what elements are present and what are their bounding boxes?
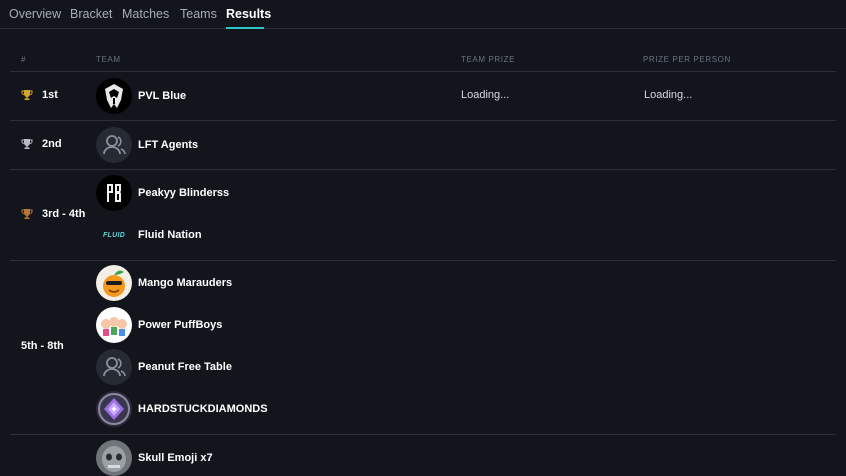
- team-name: LFT Agents: [138, 139, 199, 151]
- team-name: Skull Emoji x7: [138, 452, 213, 464]
- peakyy-blinderss-logo-icon: [96, 175, 132, 211]
- team-name: Power PuffBoys: [138, 319, 223, 331]
- rank-cell: 3rd - 4th: [21, 208, 85, 220]
- pvl-blue-logo-icon: [96, 78, 132, 114]
- team-row[interactable]: Skull Emoji x7: [96, 440, 213, 476]
- tab-teams[interactable]: Teams: [180, 7, 217, 21]
- team-row[interactable]: Mango Marauders: [96, 265, 232, 301]
- gold-trophy-icon: [21, 90, 33, 100]
- team-row[interactable]: Peanut Free Table: [96, 349, 232, 385]
- team-row[interactable]: HARDSTUCKDIAMONDS: [96, 391, 268, 427]
- team-name: Mango Marauders: [138, 277, 233, 289]
- silver-trophy-icon: [21, 139, 33, 149]
- tab-bracket[interactable]: Bracket: [70, 7, 112, 21]
- team-name: PVL Blue: [138, 90, 187, 102]
- powerpuff-logo-icon: [96, 307, 132, 343]
- team-row[interactable]: LFT Agents: [96, 127, 198, 163]
- result-group-2nd: 2nd LFT Agents: [10, 121, 836, 170]
- skull-photo-logo-icon: [96, 440, 132, 476]
- rank-label: 2nd: [42, 138, 62, 150]
- result-group-1st: 1st PVL Blue Loading... Loading...: [10, 72, 836, 121]
- fluid-nation-logo-icon: FLUID: [102, 231, 126, 239]
- team-row[interactable]: Power PuffBoys: [96, 307, 222, 343]
- rank-cell: 5th - 8th: [21, 340, 64, 352]
- results-tab-bar: Overview Bracket Matches Teams Results: [0, 0, 846, 29]
- results-table: # TEAM TEAM PRIZE PRIZE PER PERSON 1st P…: [10, 48, 836, 476]
- prize-per-person-value: Loading...: [644, 89, 693, 101]
- result-group-5th-8th: 5th - 8th Mango Marauders Power PuffBoys…: [10, 261, 836, 435]
- default-user-icon: [96, 349, 132, 385]
- team-name: Peanut Free Table: [138, 361, 232, 373]
- team-prize-value: Loading...: [461, 89, 510, 101]
- team-row[interactable]: Peakyy Blinderss: [96, 175, 229, 211]
- header-team[interactable]: TEAM: [96, 55, 121, 64]
- result-group-3rd-4th: 3rd - 4th Peakyy Blinderss FLUID Fluid N…: [10, 170, 836, 261]
- header-prize-per-person[interactable]: PRIZE PER PERSON: [643, 55, 731, 64]
- tab-results[interactable]: Results: [226, 7, 271, 21]
- team-name: Fluid Nation: [138, 229, 202, 241]
- rank-cell: 2nd: [21, 138, 62, 150]
- rank-label: 5th - 8th: [21, 340, 64, 352]
- table-header: # TEAM TEAM PRIZE PRIZE PER PERSON: [10, 48, 836, 72]
- team-name: Peakyy Blinderss: [138, 187, 230, 199]
- diamond-logo-icon: [96, 391, 132, 427]
- tab-overview[interactable]: Overview: [9, 7, 61, 21]
- header-rank: #: [21, 55, 27, 64]
- team-row[interactable]: PVL Blue: [96, 78, 186, 114]
- team-row[interactable]: FLUID Fluid Nation: [96, 217, 202, 253]
- mango-logo-icon: [96, 265, 132, 301]
- default-user-icon: [96, 127, 132, 163]
- rank-cell: 1st: [21, 89, 58, 101]
- tab-matches[interactable]: Matches: [122, 7, 169, 21]
- team-name: HARDSTUCKDIAMONDS: [138, 403, 268, 415]
- rank-label: 3rd - 4th: [42, 208, 86, 220]
- rank-label: 1st: [42, 89, 58, 101]
- bronze-trophy-icon: [21, 209, 33, 219]
- active-tab-indicator: [226, 27, 264, 29]
- header-team-prize[interactable]: TEAM PRIZE: [461, 55, 515, 64]
- result-group-next: Skull Emoji x7: [10, 435, 836, 476]
